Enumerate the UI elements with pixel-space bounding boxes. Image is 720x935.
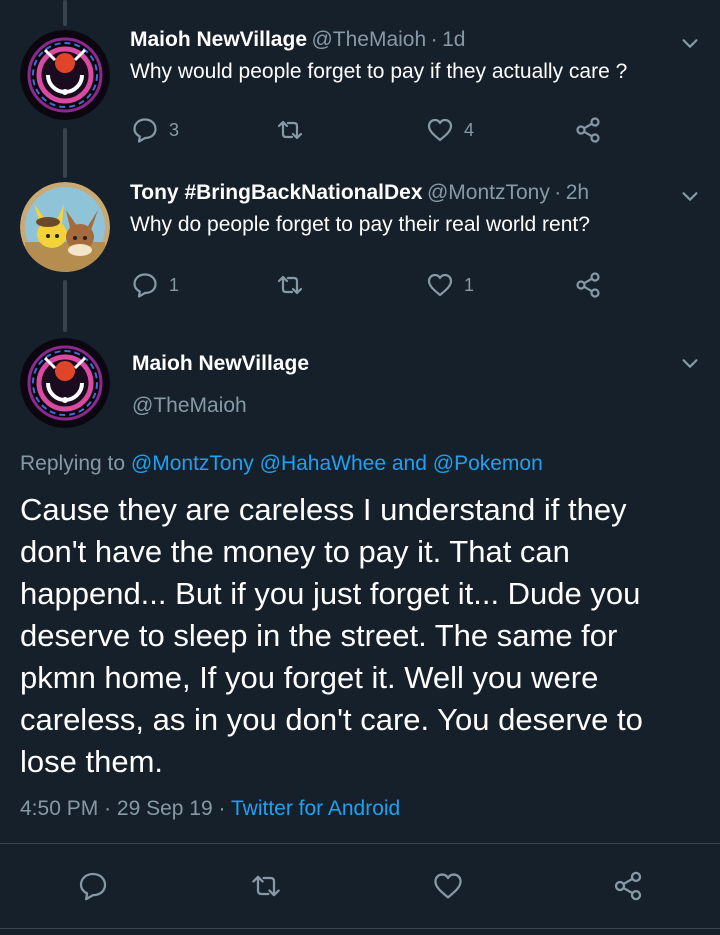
retweet-icon <box>277 120 303 140</box>
share-icon <box>614 871 642 901</box>
separator: · <box>218 797 226 820</box>
chevron-down-icon[interactable] <box>679 32 701 54</box>
author-handle[interactable]: @MontzTony <box>427 181 550 204</box>
author-handle[interactable]: @TheMaioh <box>311 28 426 51</box>
separator: · <box>104 797 112 820</box>
replying-to: Replying to @MontzTony @HahaWhee and @Po… <box>20 452 543 476</box>
reply-icon <box>79 872 107 901</box>
reply-icon <box>133 118 157 143</box>
avatar-image-tony <box>20 182 110 272</box>
tweet-text-line: lose them. <box>20 744 164 779</box>
heart-icon <box>434 873 462 899</box>
reply-button[interactable]: 1 <box>131 271 179 299</box>
reply-user-link[interactable]: @MontzTony <box>131 452 254 475</box>
replying-to-label: Replying to <box>20 452 126 475</box>
reply-user-link[interactable]: @Pokemon <box>433 452 543 475</box>
reply-user-link[interactable]: @HahaWhee <box>260 452 386 475</box>
avatar-image-maioh <box>20 338 110 428</box>
retweet-button[interactable] <box>276 116 304 144</box>
like-button[interactable]: 4 <box>426 116 474 144</box>
tweet-text-line: happend... But if you just forget it... … <box>20 576 641 611</box>
divider <box>0 928 720 929</box>
tweet-meta: 4:50 PM · 29 Sep 19 · Twitter for Androi… <box>20 797 400 821</box>
share-icon <box>576 117 600 143</box>
share-button[interactable] <box>574 116 602 144</box>
avatar-image-maioh <box>20 30 110 120</box>
share-button[interactable] <box>612 870 644 902</box>
author-name[interactable]: Maioh NewVillage <box>130 28 307 51</box>
tweet-time: 2h <box>565 181 590 204</box>
avatar[interactable] <box>20 30 110 120</box>
reply-count: 3 <box>169 119 180 140</box>
tweet-text: Why would people forget to pay if they a… <box>130 60 628 83</box>
separator: · <box>430 28 438 51</box>
reply-button[interactable]: 3 <box>131 116 179 144</box>
tweet-text-line: don't have the money to pay it. That can <box>20 534 570 569</box>
thread-line-2 <box>63 280 67 332</box>
retweet-button[interactable] <box>250 870 282 902</box>
share-button[interactable] <box>574 271 602 299</box>
divider <box>0 843 720 844</box>
retweet-icon <box>277 275 303 295</box>
thread-line-1 <box>63 128 67 178</box>
tweet-text-line: pkmn home, If you forget it. Well you we… <box>20 660 599 695</box>
avatar[interactable] <box>20 182 110 272</box>
tweet-header: Tony #BringBackNationalDex @MontzTony · … <box>130 181 589 205</box>
retweet-button[interactable] <box>276 271 304 299</box>
author-handle[interactable]: @TheMaioh <box>132 394 247 418</box>
reply-count: 1 <box>169 274 180 295</box>
tweet-source-link[interactable]: Twitter for Android <box>231 797 400 820</box>
like-button[interactable] <box>432 870 464 902</box>
chevron-down-icon[interactable] <box>679 352 701 374</box>
tweet-text-line: careless, as in you don't care. You dese… <box>20 702 643 737</box>
like-count: 4 <box>464 119 475 140</box>
tweet-text-line: deserve to sleep in the street. The same… <box>20 618 618 653</box>
tweet-date: 29 Sep 19 <box>116 797 213 820</box>
chevron-down-icon[interactable] <box>679 185 701 207</box>
tweet-text: Why do people forget to pay their real w… <box>130 213 590 236</box>
reply-icon <box>133 273 157 298</box>
separator: · <box>554 181 562 204</box>
avatar[interactable] <box>20 338 110 428</box>
tweet-text-line: Cause they are careless I understand if … <box>20 492 627 527</box>
author-name[interactable]: Maioh NewVillage <box>132 352 309 376</box>
tweet-time: 4:50 PM <box>20 797 99 820</box>
reply-and-text[interactable]: and <box>392 452 427 475</box>
author-name[interactable]: Tony #BringBackNationalDex <box>130 181 423 204</box>
heart-icon <box>427 118 453 142</box>
heart-icon <box>427 273 453 297</box>
like-count: 1 <box>464 274 475 295</box>
reply-button[interactable] <box>77 870 109 902</box>
tweet-time: 1d <box>442 28 466 51</box>
main-tweet-text: Cause they are careless I understand if … <box>20 489 710 783</box>
tweet-header: Maioh NewVillage @TheMaioh · 1d <box>130 28 465 52</box>
thread-line-top <box>63 0 67 26</box>
like-button[interactable]: 1 <box>426 271 474 299</box>
retweet-icon <box>252 875 280 897</box>
share-icon <box>576 272 600 298</box>
